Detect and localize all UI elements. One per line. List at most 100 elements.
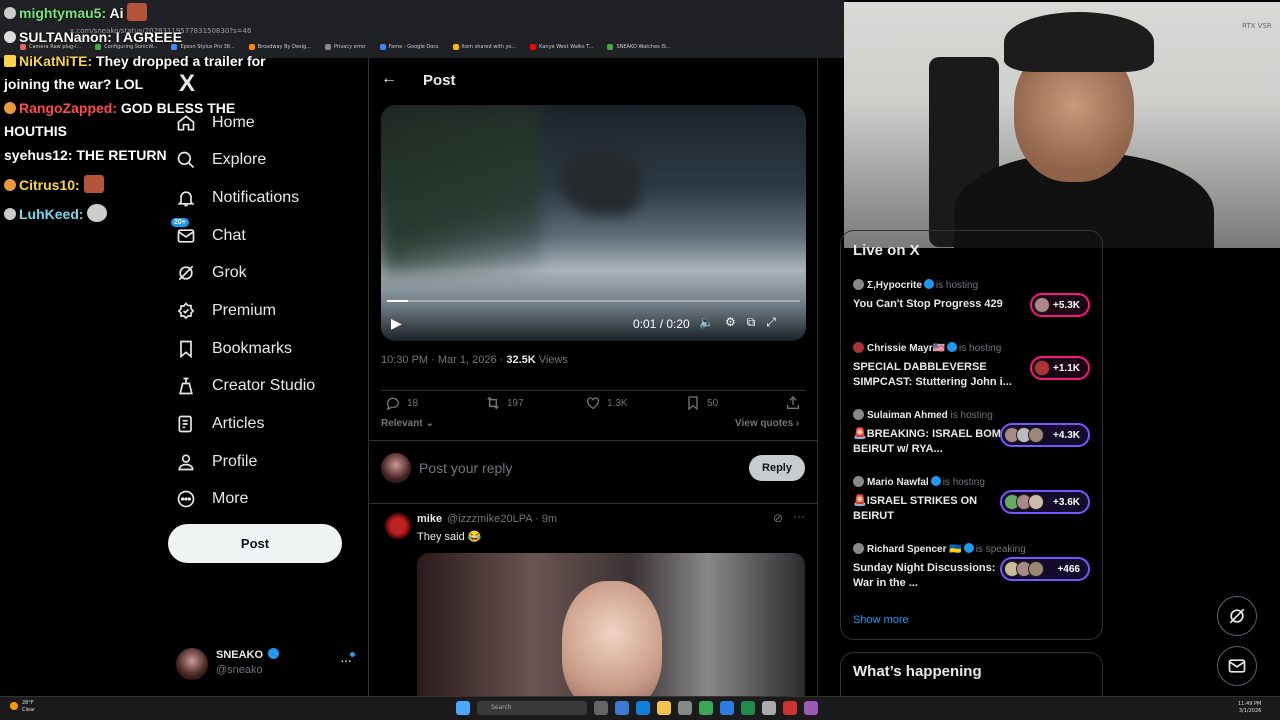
bookmark-item[interactable]: SNEAKO Watches IS... — [607, 44, 671, 50]
sidebar-item-premium[interactable]: Premium — [176, 299, 276, 323]
excel-icon[interactable] — [741, 701, 755, 715]
like-count: 1.3K — [607, 397, 628, 409]
avatar — [853, 279, 864, 290]
like-action[interactable]: 1.3K — [585, 395, 628, 411]
post-timestamp[interactable]: 10:30 PM · Mar 1, 2026 · — [381, 354, 506, 366]
live-host: Richard Spencer 🇺🇦 — [867, 544, 962, 555]
video-player[interactable]: ▶ 0:01 / 0:20 🔈 ⚙ ⧉ ⤢ — [381, 105, 806, 341]
chat-text: THE RETURN — [76, 147, 167, 163]
grok-fab[interactable] — [1217, 596, 1257, 636]
show-more-link[interactable]: Show more — [853, 614, 909, 626]
task-view-icon[interactable] — [594, 701, 608, 715]
sidebar-item-grok[interactable]: Grok — [176, 261, 247, 285]
live-item[interactable]: Richard Spencer 🇺🇦 is speaking Sunday Nig… — [853, 543, 1103, 603]
live-listeners-pill[interactable]: +3.6K — [1000, 490, 1090, 514]
start-icon[interactable] — [456, 701, 470, 715]
video-progress-bar[interactable] — [387, 300, 800, 302]
volume-icon[interactable]: 🔈 — [699, 315, 714, 330]
repost-action[interactable]: 197 — [485, 395, 524, 411]
app-icon[interactable] — [762, 701, 776, 715]
live-item[interactable]: Sulaiman Ahmed is hosting 🚨BREAKING: ISR… — [853, 409, 1103, 469]
sidebar-item-creator-studio[interactable]: Creator Studio — [176, 374, 315, 398]
store-icon[interactable] — [678, 701, 692, 715]
fullscreen-icon[interactable]: ⤢ — [766, 315, 776, 330]
page-title: Post — [423, 72, 456, 89]
share-action[interactable] — [785, 395, 801, 411]
bookmark-item[interactable]: Fame - Google Docs — [379, 44, 439, 50]
main-column: ← Post ▶ 0:01 / 0:20 🔈 ⚙ ⧉ ⤢ 10:30 PM · … — [368, 58, 818, 696]
chat-message: RangoZapped: GOD BLESS THE — [4, 97, 235, 120]
articles-icon — [178, 415, 192, 433]
chat-username: RangoZapped: — [19, 100, 117, 116]
weather-temp: 28°F — [22, 700, 34, 706]
chat-text: GOD BLESS THE — [120, 100, 236, 116]
crown-icon — [4, 55, 16, 67]
reply-button[interactable]: Reply — [749, 455, 805, 481]
chat-message: syehus12: THE RETURN — [4, 144, 167, 167]
clock-date: 3/1/2026 — [1238, 708, 1262, 714]
live-listeners-pill[interactable]: +466 — [1000, 557, 1090, 581]
webcam-feed: RTX VSR — [844, 2, 1280, 248]
app-icon[interactable] — [783, 701, 797, 715]
account-switcher[interactable]: SNEAKO @sneako ··· — [176, 646, 356, 682]
chat-message: Citrus10: — [4, 174, 104, 197]
live-item[interactable]: Chrissie Mayr🇺🇸 is hosting SPECIAL DABBLE… — [853, 342, 1103, 402]
taskbar-search[interactable]: Search — [477, 701, 587, 715]
view-quotes-link[interactable]: View quotes › — [735, 418, 799, 429]
verified-icon — [930, 476, 941, 486]
system-clock[interactable]: 11:49 PM 3/1/2026 — [1238, 701, 1261, 715]
live-item[interactable]: Mario Nawfal is hosting 🚨ISRAEL STRIKES O… — [853, 476, 1103, 536]
more-options-icon[interactable]: ··· — [793, 509, 805, 523]
live-listeners-pill[interactable]: +5.3K — [1030, 293, 1090, 317]
live-item[interactable]: Σ,Hypocrite is hosting You Can't Stop Pro… — [853, 279, 1103, 339]
post-button[interactable]: Post — [168, 524, 342, 563]
sidebar-item-more[interactable]: More — [176, 487, 248, 511]
webcam-cap — [1004, 12, 1154, 72]
live-listeners-pill[interactable]: +1.1K — [1030, 356, 1090, 380]
reply-media[interactable] — [417, 553, 805, 696]
reply-post[interactable]: mike @izzzmike20LPA · 9m They said 😂 ⊘ ·… — [369, 505, 817, 696]
messages-fab[interactable] — [1217, 646, 1257, 686]
post-header: ← Post — [369, 58, 817, 104]
bookmark-item[interactable]: Item shared with yo... — [452, 44, 516, 50]
sidebar-item-articles[interactable]: Articles — [176, 412, 264, 436]
reply-input[interactable]: Post your reply — [419, 460, 512, 476]
reply-author-name[interactable]: mike — [417, 513, 442, 525]
copilot-icon[interactable] — [615, 701, 629, 715]
verified-icon — [268, 648, 280, 659]
emote-icon — [83, 175, 104, 193]
file-explorer-icon[interactable] — [657, 701, 671, 715]
sidebar-item-label: Premium — [212, 302, 277, 319]
live-count: +4.3K — [1053, 429, 1080, 441]
play-icon[interactable]: ▶ — [391, 315, 402, 332]
live-host: Σ,Hypocrite — [867, 280, 922, 291]
bookmark-item[interactable]: Kanye West Walks T... — [530, 44, 593, 50]
pip-icon[interactable]: ⧉ — [747, 315, 756, 330]
reply-author-handle: @izzzmike20LPA · 9m — [447, 513, 557, 525]
chrome-icon[interactable] — [699, 701, 713, 715]
post-actions: 18 197 1.3K 50 — [381, 390, 806, 414]
live-count: +5.3K — [1053, 299, 1080, 311]
sidebar-item-bookmarks[interactable]: Bookmarks — [176, 337, 292, 361]
bookmark-action[interactable]: 50 — [685, 395, 718, 411]
app-icon[interactable] — [804, 701, 818, 715]
avatar — [176, 648, 208, 680]
reply-action[interactable]: 18 — [385, 395, 418, 411]
settings-gear-icon[interactable]: ⚙ — [725, 315, 736, 330]
edge-icon[interactable] — [636, 701, 650, 715]
sidebar-item-label: Creator Studio — [212, 377, 316, 394]
bookmark-item[interactable]: Privacy error — [324, 44, 366, 50]
sort-dropdown[interactable]: Relevant ⌄ — [381, 418, 434, 429]
weather-widget[interactable]: 28°F Clear — [10, 700, 35, 714]
live-listeners-pill[interactable]: +4.3K — [1000, 423, 1090, 447]
avatar[interactable] — [385, 513, 411, 539]
avatar — [1028, 561, 1044, 577]
live-title: 🚨BREAKING: ISRAEL BOMB BEIRUT w/ RYA... — [853, 428, 1009, 455]
creator-studio-icon — [179, 377, 193, 395]
back-arrow-icon[interactable]: ← — [381, 70, 397, 88]
grok-icon[interactable]: ⊘ — [773, 511, 783, 525]
media-face — [562, 581, 662, 696]
chat-username: LuhKeed: — [19, 206, 84, 222]
app-icon[interactable] — [720, 701, 734, 715]
sidebar-item-profile[interactable]: Profile — [176, 450, 257, 474]
